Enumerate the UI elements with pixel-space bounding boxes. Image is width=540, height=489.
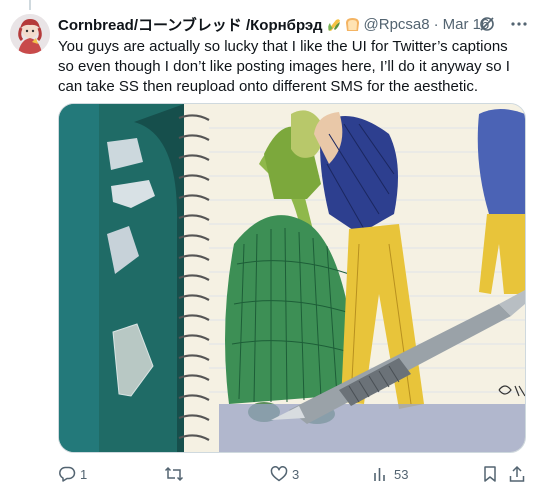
like-button[interactable]: 3 [270, 463, 299, 485]
tweet-header: Cornbread/コーンブレッド /Корнбрэд @Rpcsa8 · Ma… [58, 13, 528, 35]
share-icon [508, 465, 526, 483]
like-icon [270, 465, 288, 483]
tweet-actions: 1 3 53 [58, 463, 526, 485]
header-actions [478, 13, 528, 35]
retweet-button[interactable] [164, 463, 188, 485]
separator-dot: · [433, 15, 439, 33]
avatar[interactable] [10, 14, 50, 54]
display-name[interactable]: Cornbread/コーンブレッド /Корнбрэд [58, 14, 323, 35]
views-button[interactable]: 53 [372, 463, 408, 485]
grok-icon[interactable] [478, 15, 496, 33]
bookmark-icon [482, 465, 498, 483]
like-count: 3 [292, 466, 300, 482]
retweet-icon [164, 465, 184, 483]
share-button[interactable] [508, 463, 526, 485]
corn-emoji [325, 16, 342, 33]
reply-count: 1 [80, 466, 88, 482]
views-icon [372, 465, 390, 483]
user-handle[interactable]: @Rpcsa8 [364, 16, 430, 33]
bookmark-button[interactable] [482, 463, 498, 485]
views-count: 53 [394, 466, 409, 482]
bread-emoji [344, 16, 361, 33]
more-icon[interactable] [510, 15, 528, 33]
tweet[interactable]: Cornbread/コーンブレッド /Корнбрэд @Rpcsa8 · Ma… [0, 0, 540, 489]
tweet-media-image[interactable] [58, 103, 526, 453]
tweet-text: You guys are actually so lucky that I li… [58, 38, 510, 95]
reply-icon [58, 465, 76, 483]
thread-line [29, 0, 31, 10]
reply-button[interactable]: 1 [58, 463, 87, 485]
